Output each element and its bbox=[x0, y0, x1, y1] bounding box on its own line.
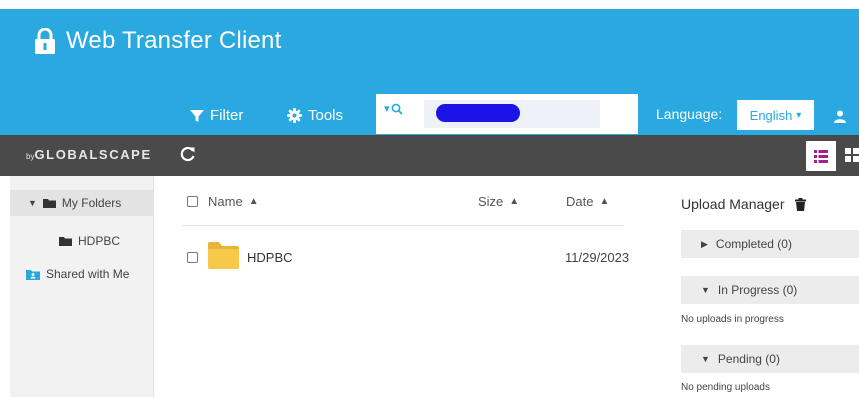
section-label: Completed (0) bbox=[715, 237, 792, 251]
sidebar-item-my-folders[interactable]: ▼ My Folders bbox=[10, 190, 154, 216]
folder-icon bbox=[42, 199, 56, 208]
caret-down-icon: ▼ bbox=[28, 198, 37, 208]
column-header-date[interactable]: Date ▲ bbox=[566, 194, 609, 209]
search-options-toggle[interactable]: ▾ bbox=[384, 102, 403, 115]
tools-label: Tools bbox=[308, 107, 344, 124]
file-date: 11/29/2023 bbox=[565, 250, 630, 265]
redacted-search-text bbox=[436, 104, 520, 122]
sidebar-item-shared-with-me[interactable]: Shared with Me bbox=[26, 267, 129, 281]
sort-asc-icon: ▲ bbox=[248, 196, 259, 207]
folder-icon bbox=[59, 237, 72, 246]
grid-view-button[interactable] bbox=[845, 148, 859, 167]
file-list: Name ▲ Size ▲ Date ▲ HDPBC 11/29/2023 bbox=[168, 176, 640, 397]
completed-section[interactable]: ▶ Completed (0) bbox=[681, 230, 859, 258]
header-divider bbox=[182, 225, 624, 226]
filter-icon bbox=[190, 109, 204, 122]
section-label: In Progress (0) bbox=[717, 283, 798, 297]
sidebar-item-label: My Folders bbox=[61, 196, 122, 210]
sort-asc-icon: ▲ bbox=[509, 196, 520, 207]
column-name-label: Name bbox=[208, 194, 243, 209]
main-toolbar: byGLOBALSCAPE bbox=[0, 135, 859, 176]
table-row[interactable]: HDPBC 11/29/2023 bbox=[168, 238, 640, 278]
filter-label: Filter bbox=[210, 107, 244, 124]
file-name: HDPBC bbox=[247, 250, 293, 265]
language-selected: English bbox=[749, 107, 793, 123]
sidebar-item-hdpbc[interactable]: HDPBC bbox=[59, 234, 120, 248]
filter-button[interactable]: Filter bbox=[190, 107, 243, 124]
row-checkbox[interactable] bbox=[187, 252, 198, 263]
grid-view-icon bbox=[845, 148, 859, 162]
globalscape-logo: byGLOBALSCAPE bbox=[26, 147, 152, 162]
search-icon bbox=[391, 103, 403, 115]
trash-icon[interactable] bbox=[794, 197, 806, 211]
pending-section[interactable]: ▼ Pending (0) bbox=[681, 345, 859, 373]
caret-down-icon: ▾ bbox=[384, 103, 390, 115]
user-icon[interactable] bbox=[834, 110, 846, 128]
in-progress-section[interactable]: ▼ In Progress (0) bbox=[681, 276, 859, 304]
language-label: Language: bbox=[656, 106, 723, 122]
section-label: Pending (0) bbox=[717, 352, 780, 366]
caret-down-icon: ▾ bbox=[796, 109, 802, 121]
caret-down-icon: ▼ bbox=[701, 354, 710, 364]
list-view-button[interactable] bbox=[806, 141, 836, 171]
upload-manager: Upload Manager ▶ Completed (0) ▼ In Prog… bbox=[676, 176, 859, 397]
sidebar-item-label: Shared with Me bbox=[46, 267, 130, 281]
select-all-checkbox[interactable] bbox=[187, 196, 198, 207]
in-progress-note: No uploads in progress bbox=[681, 314, 784, 325]
caret-right-icon: ▶ bbox=[701, 238, 708, 249]
column-size-label: Size bbox=[478, 194, 504, 209]
app-header: Web Transfer Client Filter Tools ▾ Langu… bbox=[0, 0, 859, 135]
column-date-label: Date bbox=[566, 194, 594, 209]
search-box: ▾ bbox=[376, 94, 638, 134]
upload-manager-title: Upload Manager bbox=[681, 196, 806, 212]
folder-icon bbox=[208, 242, 239, 269]
sidebar-item-label: HDPBC bbox=[78, 234, 121, 248]
language-dropdown[interactable]: English ▾ bbox=[737, 100, 814, 130]
list-view-icon bbox=[814, 149, 828, 163]
brand: Web Transfer Client bbox=[34, 27, 281, 55]
refresh-icon[interactable] bbox=[180, 146, 196, 167]
column-header-size[interactable]: Size ▲ bbox=[478, 194, 519, 209]
upload-manager-label: Upload Manager bbox=[681, 196, 785, 212]
shared-folder-icon bbox=[26, 269, 40, 280]
column-header-name[interactable]: Name ▲ bbox=[187, 194, 259, 209]
sort-asc-icon: ▲ bbox=[599, 196, 610, 207]
lock-icon bbox=[34, 28, 56, 54]
tools-button[interactable]: Tools bbox=[287, 107, 343, 124]
app-title: Web Transfer Client bbox=[66, 27, 282, 54]
pending-note: No pending uploads bbox=[681, 382, 770, 393]
logo-text: GLOBALSCAPE bbox=[34, 147, 152, 162]
caret-down-icon: ▼ bbox=[701, 285, 710, 295]
folder-tree: ▼ My Folders HDPBC Shared with Me bbox=[10, 176, 154, 397]
gear-icon bbox=[287, 108, 302, 123]
